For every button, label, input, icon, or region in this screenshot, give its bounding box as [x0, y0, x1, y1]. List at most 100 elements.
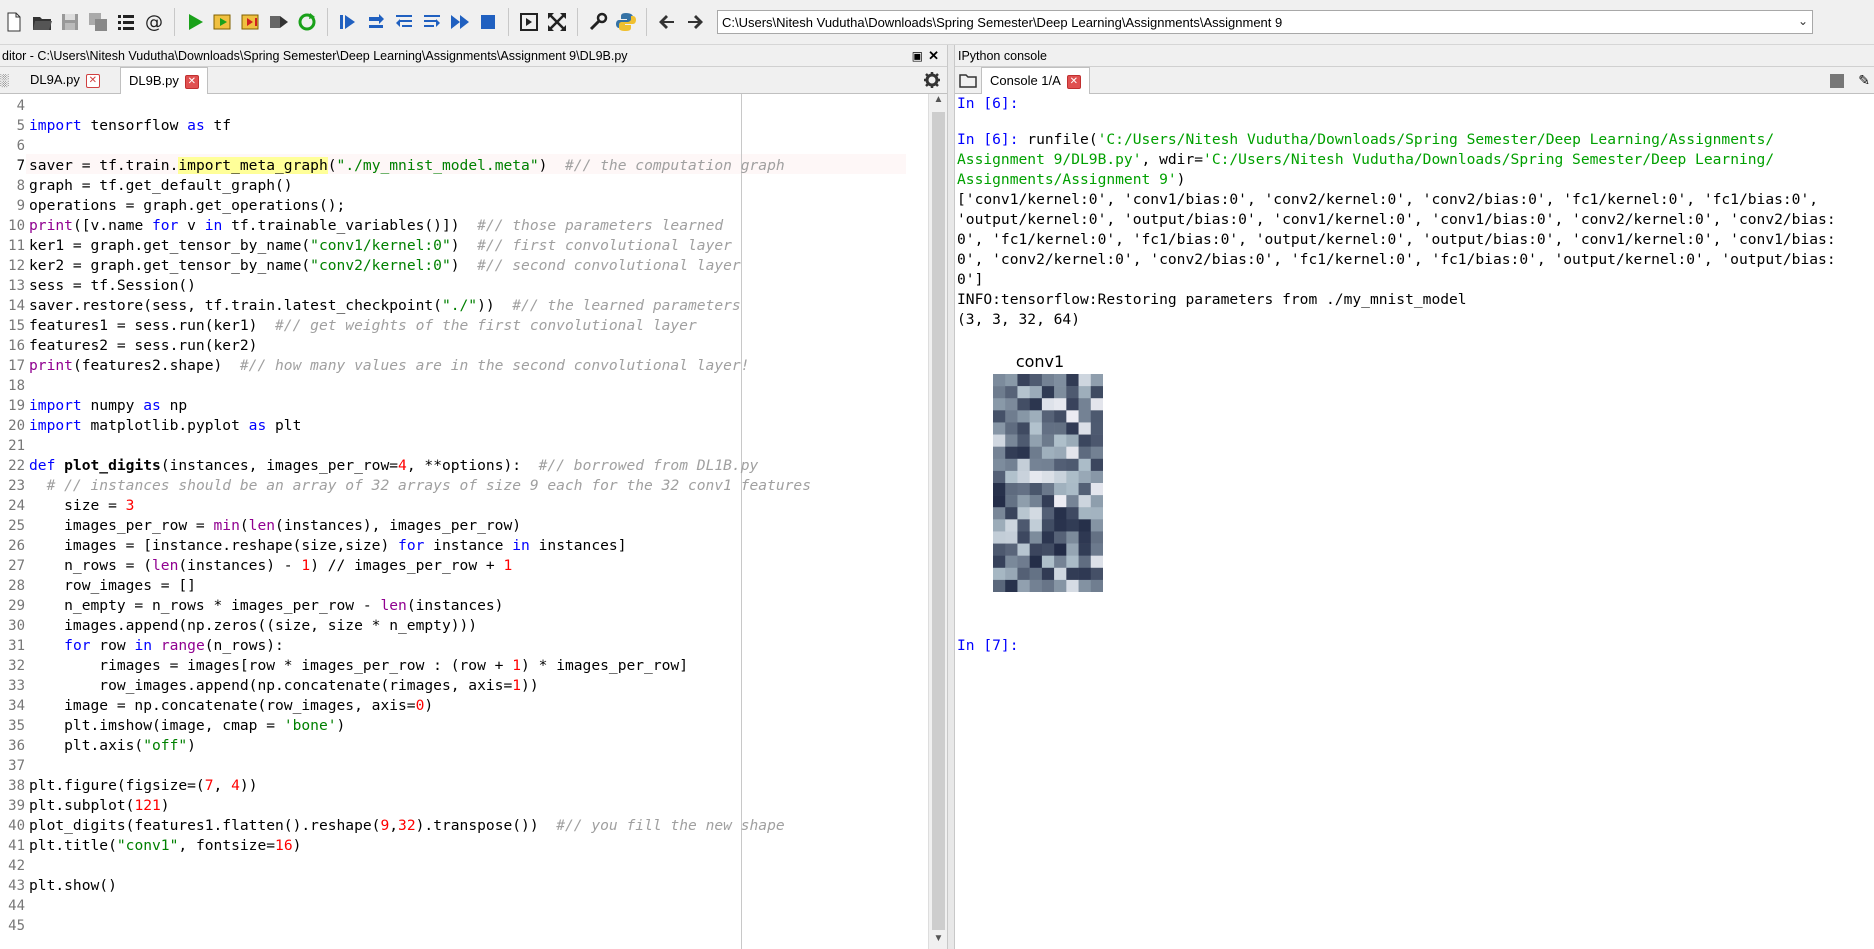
- line-number: 8: [16, 178, 25, 194]
- image-pixel: [1005, 398, 1018, 411]
- line-number: 41: [8, 838, 25, 854]
- save-all-icon[interactable]: [85, 7, 111, 37]
- forward-icon[interactable]: [682, 7, 708, 37]
- line-number: 17: [8, 358, 25, 374]
- image-pixel: [1078, 386, 1092, 399]
- image-pixel: [1066, 470, 1079, 484]
- code-line: n_empty = n_rows * images_per_row - len(…: [29, 597, 504, 614]
- python-icon[interactable]: [613, 7, 639, 37]
- main-toolbar: @ C:\Users\Nitesh Vudutha\Downloads\Spri…: [0, 0, 1874, 45]
- step-return-icon[interactable]: [419, 7, 445, 37]
- scroll-down-icon[interactable]: ▼: [929, 933, 947, 949]
- debug-icon[interactable]: [335, 7, 361, 37]
- image-pixel: [1017, 507, 1030, 520]
- image-pixel: [1054, 495, 1067, 508]
- line-number: 20: [8, 418, 25, 434]
- continue-icon[interactable]: [447, 7, 473, 37]
- code-editor[interactable]: 4 5 6 7 8 9 10 11 12 13 14 15 16 17 18 19 20 21 22 23 24 25 26…: [0, 94, 947, 949]
- close-tab-icon[interactable]: ✕: [85, 73, 100, 88]
- maximize-pane-icon[interactable]: [516, 7, 542, 37]
- console-title-bar: IPython console: [955, 45, 1874, 67]
- image-pixel: [1090, 374, 1103, 387]
- scroll-up-icon[interactable]: ▲: [929, 94, 947, 110]
- run-icon[interactable]: [182, 7, 208, 37]
- list-icon[interactable]: [113, 7, 139, 37]
- image-pixel: [1041, 470, 1055, 484]
- ipython-console[interactable]: In [6]: In [6]: runfile('C:/Users/Nitesh…: [955, 94, 1874, 949]
- tab-dl9a[interactable]: DL9A.py ✕: [22, 67, 108, 93]
- step-into-icon[interactable]: [391, 7, 417, 37]
- image-pixel: [1090, 434, 1103, 447]
- folder-icon[interactable]: [959, 72, 977, 88]
- image-pixel: [1078, 579, 1092, 592]
- image-pixel: [1054, 458, 1067, 472]
- code-line: images.append(np.zeros((size, size * n_e…: [29, 617, 478, 634]
- new-file-icon[interactable]: [1, 7, 27, 37]
- image-pixel: [1029, 483, 1043, 496]
- code-line: plt.title("conv1", fontsize=16): [29, 837, 302, 854]
- code-line: # // instances should be an array of 32 …: [46, 477, 811, 494]
- image-pixel: [1005, 555, 1018, 569]
- at-icon[interactable]: @: [141, 7, 167, 37]
- close-tab-icon[interactable]: ✕: [184, 74, 199, 89]
- wrench-icon[interactable]: [585, 7, 611, 37]
- image-pixel: [1078, 374, 1092, 387]
- image-pixel: [1066, 410, 1079, 423]
- tab-label: DL9B.py: [129, 73, 179, 88]
- line-number: 36: [8, 738, 25, 754]
- run-cell-icon[interactable]: [210, 7, 236, 37]
- image-pixel: [1054, 555, 1067, 569]
- image-pixel: [1090, 543, 1103, 556]
- toolbar-separator: [508, 8, 509, 36]
- image-pixel: [1041, 531, 1055, 544]
- image-pixel: [1066, 386, 1079, 399]
- code-line: import matplotlib.pyplot as plt: [29, 417, 302, 434]
- line-number: 13: [8, 278, 25, 294]
- line-number: 42: [8, 858, 25, 874]
- image-pixel: [1054, 507, 1067, 520]
- console-prompt[interactable]: In [7]:: [957, 636, 1019, 656]
- stop-icon[interactable]: [475, 7, 501, 37]
- image-pixel: [1078, 555, 1092, 569]
- working-directory-combobox[interactable]: C:\Users\Nitesh Vudutha\Downloads\Spring…: [717, 10, 1813, 34]
- pane-splitter[interactable]: [947, 45, 955, 949]
- line-number: 12: [8, 258, 25, 274]
- image-pixel: [1078, 458, 1092, 472]
- undock-icon[interactable]: ▣: [912, 45, 923, 66]
- browse-tabs-icon[interactable]: ░: [0, 73, 9, 87]
- scrollbar-thumb[interactable]: [932, 112, 945, 930]
- back-icon[interactable]: [654, 7, 680, 37]
- run-cell-advance-icon[interactable]: [238, 7, 264, 37]
- editor-scrollbar[interactable]: ▲ ▼: [928, 94, 947, 949]
- rerun-icon[interactable]: [294, 7, 320, 37]
- chevron-down-icon[interactable]: ⌄: [1798, 14, 1808, 28]
- image-pixel: [1005, 519, 1018, 532]
- console-output-line: ['conv1/kernel:0', 'conv1/bias:0', 'conv…: [957, 191, 1819, 208]
- close-tab-icon[interactable]: ✕: [1066, 74, 1081, 89]
- image-pixel: [1029, 398, 1043, 411]
- tab-dl9b[interactable]: DL9B.py ✕: [120, 67, 208, 94]
- eraser-icon[interactable]: ✎: [1858, 72, 1870, 89]
- line-number: 14: [8, 298, 25, 314]
- image-pixel: [1066, 458, 1079, 472]
- image-pixel: [1041, 386, 1055, 399]
- image-pixel: [1090, 579, 1103, 592]
- line-number: 21: [8, 438, 25, 454]
- open-folder-icon[interactable]: [29, 7, 55, 37]
- image-pixel: [1078, 410, 1092, 423]
- image-pixel: [1029, 386, 1043, 399]
- save-icon[interactable]: [57, 7, 83, 37]
- run-selection-icon[interactable]: [266, 7, 292, 37]
- line-number: 30: [8, 618, 25, 634]
- close-pane-icon[interactable]: ✕: [928, 45, 939, 66]
- svg-text:@: @: [145, 12, 163, 33]
- image-pixel: [1078, 495, 1092, 508]
- tab-console-1a[interactable]: Console 1/A ✕: [981, 67, 1090, 94]
- image-pixel: [1041, 495, 1055, 508]
- image-pixel: [1054, 398, 1067, 411]
- gear-icon[interactable]: [923, 71, 941, 89]
- fullscreen-icon[interactable]: [544, 7, 570, 37]
- image-pixel: [1017, 495, 1030, 508]
- stop-kernel-icon[interactable]: [1830, 74, 1844, 88]
- step-icon[interactable]: [363, 7, 389, 37]
